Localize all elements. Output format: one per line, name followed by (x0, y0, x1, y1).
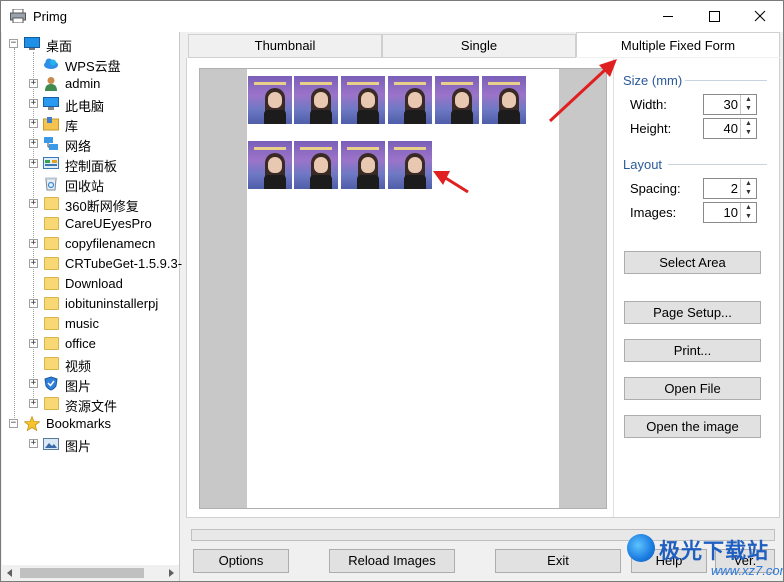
watermark-logo-icon (627, 534, 655, 562)
watermark-url: www.xz7.com (711, 563, 784, 578)
annotation-arrows (433, 59, 617, 194)
watermark-name: 极光下载站 (659, 539, 769, 563)
exit-button[interactable]: Exit (495, 549, 621, 573)
reload-images-button[interactable]: Reload Images (329, 549, 455, 573)
options-button[interactable]: Options (193, 549, 289, 573)
app-window: Primg − 桌面 WPS云盘 + admin + 此电脑 + 库 + 网络 … (0, 0, 784, 582)
watermark-overlay: 极光下载站 www.xz7.com (621, 532, 784, 581)
arrow-to-tab (548, 67, 608, 123)
arrow-to-thumbnails (443, 175, 469, 194)
